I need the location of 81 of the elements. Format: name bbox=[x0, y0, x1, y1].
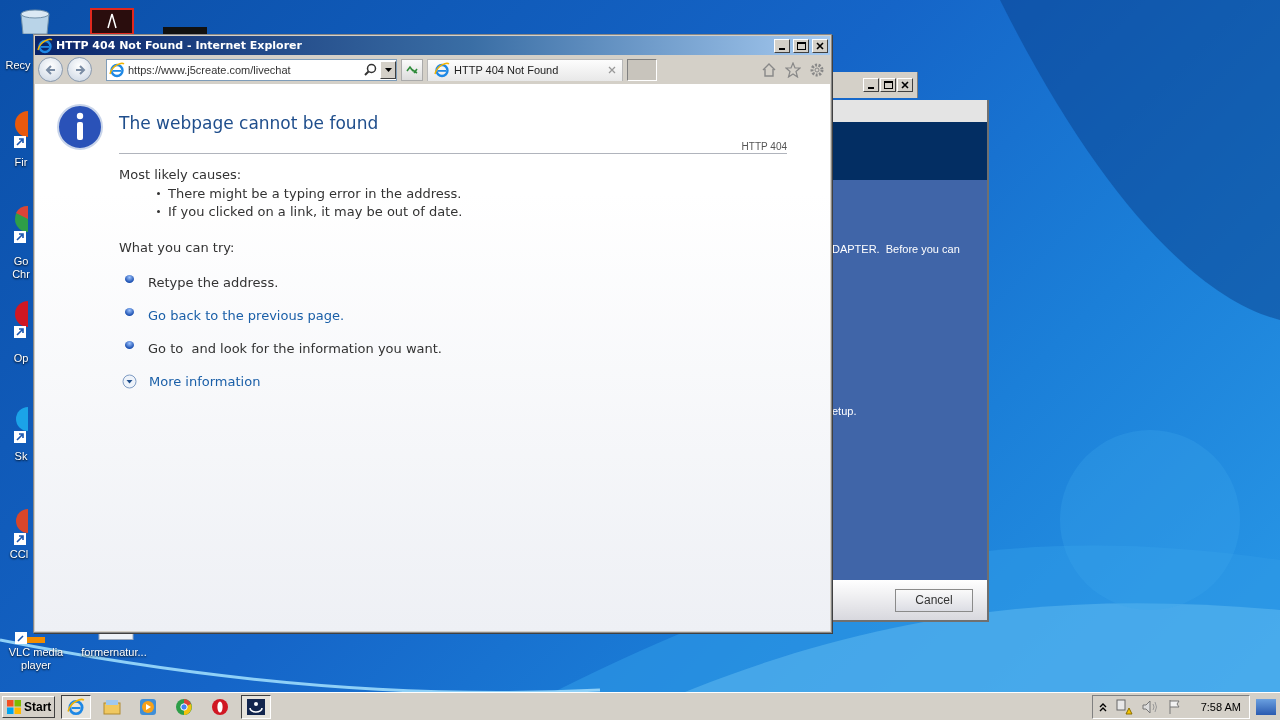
address-field[interactable]: https://www.j5create.com/livechat bbox=[128, 63, 361, 76]
maximize-icon bbox=[796, 41, 806, 50]
play-icon bbox=[139, 697, 158, 716]
firefox-shortcut-icon[interactable] bbox=[14, 110, 28, 150]
opera-icon bbox=[211, 697, 230, 716]
document-icon[interactable] bbox=[90, 8, 134, 34]
cause-text: If you clicked on a link, it may be out of date. bbox=[168, 204, 463, 219]
icon-label: formernatur... bbox=[80, 646, 148, 659]
maximize-button[interactable] bbox=[880, 78, 896, 92]
new-tab-button[interactable] bbox=[627, 58, 657, 81]
expand-icon[interactable] bbox=[122, 374, 137, 389]
address-bar[interactable]: https://www.j5create.com/livechat bbox=[106, 58, 397, 81]
try-title: What you can try: bbox=[119, 240, 236, 255]
refresh-button[interactable] bbox=[401, 58, 423, 81]
browser-tab[interactable]: HTTP 404 Not Found bbox=[427, 58, 623, 81]
close-button[interactable] bbox=[897, 78, 913, 92]
star-icon bbox=[785, 61, 801, 78]
more-information-link[interactable]: More information bbox=[149, 374, 261, 389]
causes-title: Most likely causes: bbox=[119, 167, 243, 182]
home-icon bbox=[761, 61, 777, 78]
minimize-icon bbox=[868, 87, 874, 89]
taskbar-button[interactable] bbox=[61, 694, 92, 719]
taskbar-button[interactable] bbox=[241, 694, 272, 719]
ie-logo-icon bbox=[109, 61, 125, 78]
suggestion-text: Go to and look for the information you want. bbox=[148, 341, 442, 356]
close-button[interactable] bbox=[812, 38, 828, 53]
cancel-button[interactable]: Cancel bbox=[895, 588, 973, 612]
back-button[interactable] bbox=[38, 57, 63, 82]
ie-logo-icon bbox=[67, 697, 86, 716]
close-icon bbox=[901, 81, 909, 89]
minimize-button[interactable] bbox=[774, 38, 790, 53]
bullet-icon bbox=[157, 192, 160, 195]
window-title: HTTP 404 Not Found - Internet Explorer bbox=[56, 39, 303, 52]
clock[interactable]: 7:58 AM bbox=[1200, 700, 1241, 713]
show-desktop-button[interactable] bbox=[1256, 698, 1276, 715]
installer-text: etup. bbox=[832, 405, 858, 417]
icon-label: Sk bbox=[13, 450, 29, 463]
windows-logo-icon bbox=[6, 698, 22, 715]
ie-logo-icon bbox=[434, 62, 450, 78]
forward-button[interactable] bbox=[67, 57, 92, 82]
gear-icon bbox=[809, 61, 825, 78]
installer-text: DAPTER. Before you can bbox=[832, 243, 961, 255]
ie-logo-icon bbox=[37, 37, 53, 54]
icon-label: Fir bbox=[13, 156, 29, 169]
icon-label: Go Chr bbox=[11, 255, 31, 281]
skype-shortcut-icon[interactable] bbox=[14, 405, 28, 445]
search-icon[interactable] bbox=[364, 63, 377, 76]
bullet-icon bbox=[125, 307, 134, 316]
minimize-button[interactable] bbox=[863, 78, 879, 92]
forward-arrow-icon bbox=[73, 63, 86, 76]
chrome-icon bbox=[175, 697, 194, 716]
folder-icon bbox=[103, 698, 122, 715]
icon-label: CCl bbox=[8, 548, 30, 561]
speaker-icon[interactable] bbox=[1140, 698, 1159, 715]
minimize-icon bbox=[779, 47, 785, 50]
back-arrow-icon bbox=[44, 63, 57, 76]
bullet-icon bbox=[125, 340, 134, 349]
network-warning-icon[interactable] bbox=[1114, 698, 1133, 715]
start-button[interactable]: Start bbox=[2, 695, 56, 718]
cause-text: There might be a typing error in the address. bbox=[168, 186, 462, 201]
ccleaner-shortcut-icon[interactable] bbox=[14, 507, 28, 547]
icon-label: Recy bbox=[4, 59, 32, 72]
installer-icon bbox=[246, 697, 267, 716]
close-tab-icon[interactable] bbox=[608, 66, 616, 74]
back-link[interactable]: Go back to the previous page. bbox=[148, 308, 345, 323]
info-icon bbox=[57, 104, 103, 150]
opera-shortcut-icon[interactable] bbox=[14, 300, 28, 340]
bullet-icon bbox=[125, 274, 134, 283]
maximize-icon bbox=[883, 81, 893, 89]
dropdown-button[interactable] bbox=[380, 60, 396, 79]
error-code: HTTP 404 bbox=[741, 141, 787, 152]
maximize-button[interactable] bbox=[793, 38, 809, 53]
icon-label: Op bbox=[12, 352, 30, 365]
icon-label: VLC media player bbox=[7, 646, 65, 672]
close-icon bbox=[816, 41, 824, 50]
flag-icon[interactable] bbox=[1166, 698, 1183, 715]
suggestion-text: Retype the address. bbox=[148, 275, 279, 290]
error-heading: The webpage cannot be found bbox=[119, 113, 380, 133]
bullet-icon bbox=[157, 210, 160, 213]
caret-icon bbox=[384, 67, 392, 72]
chevron-up-icon[interactable] bbox=[1098, 701, 1107, 712]
